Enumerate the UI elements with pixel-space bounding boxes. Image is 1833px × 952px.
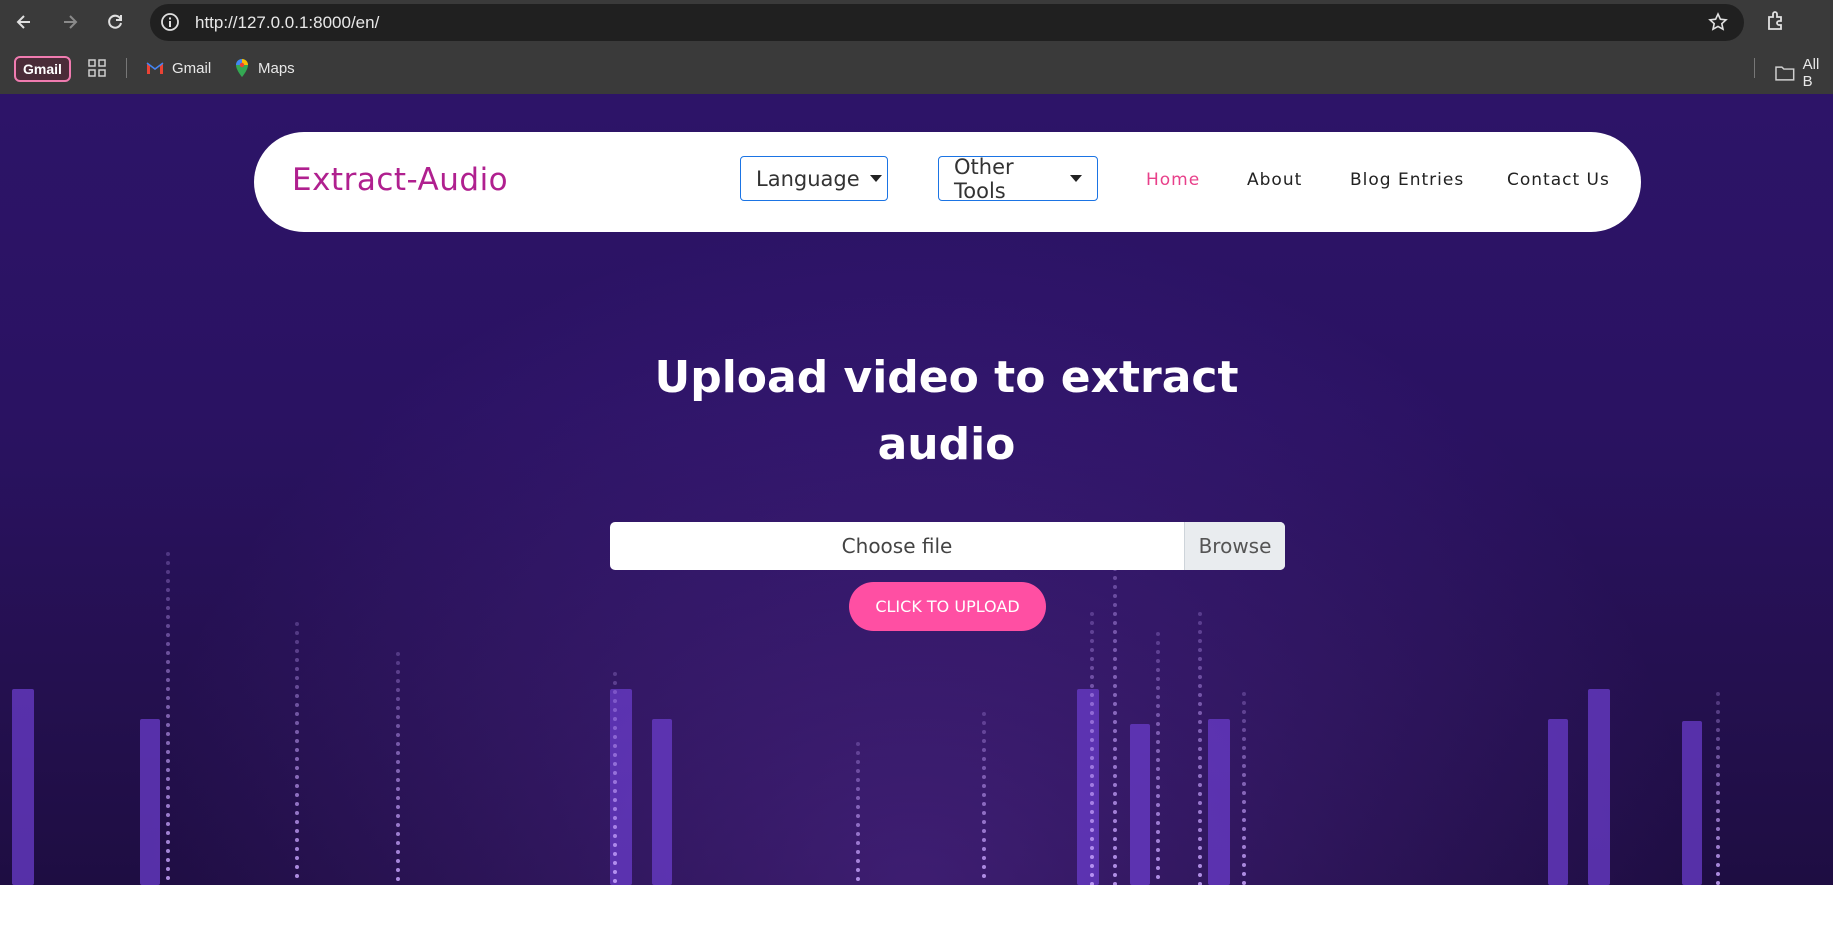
nav-link-about[interactable]: About xyxy=(1247,170,1302,190)
caret-down-icon xyxy=(1070,175,1082,182)
forward-arrow-icon xyxy=(64,15,78,29)
bookmark-separator xyxy=(1754,58,1755,78)
maps-icon xyxy=(236,59,248,77)
other-tools-dropdown-label: Other Tools xyxy=(954,154,1014,203)
brand-logo[interactable]: Extract-Audio xyxy=(292,162,508,198)
bookmark-separator xyxy=(126,58,127,78)
caret-down-icon xyxy=(869,175,882,182)
folder-icon xyxy=(1775,66,1795,81)
hero-section: Extract-Audio Language Other Tools Home … xyxy=(0,94,1833,885)
apps-grid-icon[interactable] xyxy=(88,59,106,77)
bookmarks-bar: Gmail Gmail Maps All B xyxy=(0,44,1833,94)
site-info-icon[interactable] xyxy=(160,12,180,32)
headline-line-1: Upload video to extract xyxy=(654,352,1239,403)
language-dropdown[interactable]: Language xyxy=(740,156,888,201)
bookmark-gmail-label: Gmail xyxy=(172,59,212,77)
forward-button[interactable] xyxy=(56,8,84,36)
bookmark-maps[interactable]: Maps xyxy=(234,56,295,80)
back-arrow-icon xyxy=(16,15,30,29)
gmail-icon xyxy=(146,62,164,74)
url-text[interactable]: http://127.0.0.1:8000/en/ xyxy=(195,13,379,33)
upload-button[interactable]: CLICK TO UPLOAD xyxy=(849,582,1046,631)
file-input-placeholder[interactable]: Choose file xyxy=(610,522,1184,570)
nav-link-blog-entries[interactable]: Blog Entries xyxy=(1350,170,1464,190)
extensions-icon[interactable] xyxy=(1765,9,1789,33)
other-tools-dropdown[interactable]: Other Tools xyxy=(938,154,1098,203)
navbar: Extract-Audio Language Other Tools Home … xyxy=(254,132,1641,232)
page-headline: Upload video to extract audio xyxy=(0,344,1833,478)
reload-button[interactable] xyxy=(101,8,129,36)
video-file-input[interactable]: Choose file Browse xyxy=(610,522,1285,570)
browser-toolbar: http://127.0.0.1:8000/en/ xyxy=(0,0,1833,44)
browse-button[interactable]: Browse xyxy=(1184,522,1285,570)
headline-line-2: audio xyxy=(877,419,1016,470)
back-button[interactable] xyxy=(10,8,38,36)
bookmark-maps-label: Maps xyxy=(258,59,295,77)
reload-icon xyxy=(108,14,122,29)
address-bar[interactable]: http://127.0.0.1:8000/en/ xyxy=(150,4,1744,41)
nav-link-home[interactable]: Home xyxy=(1146,170,1200,190)
language-dropdown-label: Language xyxy=(756,166,860,191)
all-bookmarks-label: All B xyxy=(1802,56,1820,90)
bookmark-gmail[interactable]: Gmail xyxy=(146,56,211,80)
all-bookmarks[interactable]: All B xyxy=(1775,56,1833,90)
nav-link-contact-us[interactable]: Contact Us xyxy=(1507,170,1610,190)
bookmark-star-icon[interactable] xyxy=(1708,12,1728,32)
gmail-chip[interactable]: Gmail xyxy=(14,56,71,82)
